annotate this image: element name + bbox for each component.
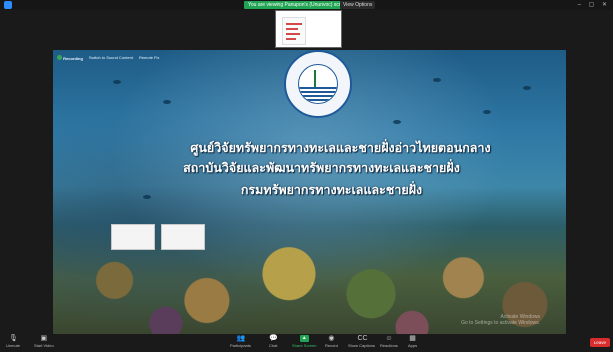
zoom-app-icon — [4, 1, 12, 9]
fish-shape — [433, 78, 441, 82]
placeholder-box — [161, 224, 205, 250]
slide-title-line-1: ศูนย์วิจัยทรัพยากรทางทะเลและชายฝั่งอ่าวไ… — [190, 140, 491, 155]
record-dot-icon — [57, 54, 62, 60]
share-screen-icon: ▲ — [299, 335, 309, 342]
record-icon: ◉ — [328, 335, 335, 342]
participant-thumbnail[interactable] — [275, 10, 342, 48]
windows-activation-watermark: Activate Windows Go to Settings to activ… — [461, 314, 540, 326]
leave-button[interactable]: Leave — [589, 338, 610, 347]
recording-indicator[interactable]: Recording — [57, 54, 83, 61]
wave-icon — [299, 87, 337, 103]
window-controls[interactable]: – ▢ ✕ — [578, 1, 610, 9]
slide-title-line-3: กรมทรัพยากรทางทะเลและชายฝั่ง — [240, 182, 423, 197]
fish-shape — [393, 120, 401, 124]
share-screen-button[interactable]: ▲ Share Screen — [292, 335, 316, 348]
logo-emblem — [298, 64, 338, 104]
department-logo — [284, 50, 352, 118]
view-options-button[interactable]: View Options — [340, 1, 376, 9]
reactions-icon: ☺ — [385, 335, 393, 342]
shared-screen: Recording Switch to Sound Content Remote… — [53, 50, 566, 334]
meeting-toolbar: 🎙 Unmute ▣ Start Video 👥 Participants 💬 … — [0, 334, 613, 352]
video-camera-icon: ▣ — [40, 335, 48, 342]
mangrove-tree-icon — [314, 70, 324, 88]
remote-fix-button[interactable]: Remote Fix — [139, 55, 159, 60]
thumbnail-document — [282, 17, 306, 45]
participants-button[interactable]: 👥 Participants — [230, 335, 251, 348]
participants-icon: 👥 — [236, 335, 246, 342]
start-video-button[interactable]: ▣ Start Video — [34, 335, 54, 348]
fish-shape — [523, 86, 531, 90]
microphone-muted-icon: 🎙 — [9, 335, 18, 342]
chat-button[interactable]: 💬 Chat — [269, 335, 278, 348]
unmute-button[interactable]: 🎙 Unmute — [6, 335, 20, 348]
chat-icon: 💬 — [269, 335, 278, 342]
apps-icon: ▦ — [409, 335, 416, 342]
reactions-button[interactable]: ☺ Reactions — [380, 335, 398, 348]
captions-icon: CC — [357, 335, 368, 342]
sound-content-button[interactable]: Switch to Sound Content — [89, 55, 133, 60]
apps-button[interactable]: ▦ Apps — [408, 335, 417, 348]
top-bar: You are viewing Panupon's (Ununvoc) scre… — [0, 0, 613, 10]
slide-title-line-2: สถาบันวิจัยและพัฒนาทรัพยากรทางทะเลและชาย… — [183, 160, 460, 175]
screen-share-banner[interactable]: You are viewing Panupon's (Ununvoc) scre… — [244, 1, 353, 9]
placeholder-box — [111, 224, 155, 250]
fish-shape — [483, 110, 491, 114]
record-button[interactable]: ◉ Record — [325, 335, 338, 348]
shared-content-bar: Recording Switch to Sound Content Remote… — [57, 53, 159, 62]
fish-shape — [113, 80, 121, 84]
meeting-window: You are viewing Panupon's (Ununvoc) scre… — [0, 0, 613, 352]
fish-shape — [163, 100, 171, 104]
show-captions-button[interactable]: CC Show Captions — [348, 335, 375, 348]
